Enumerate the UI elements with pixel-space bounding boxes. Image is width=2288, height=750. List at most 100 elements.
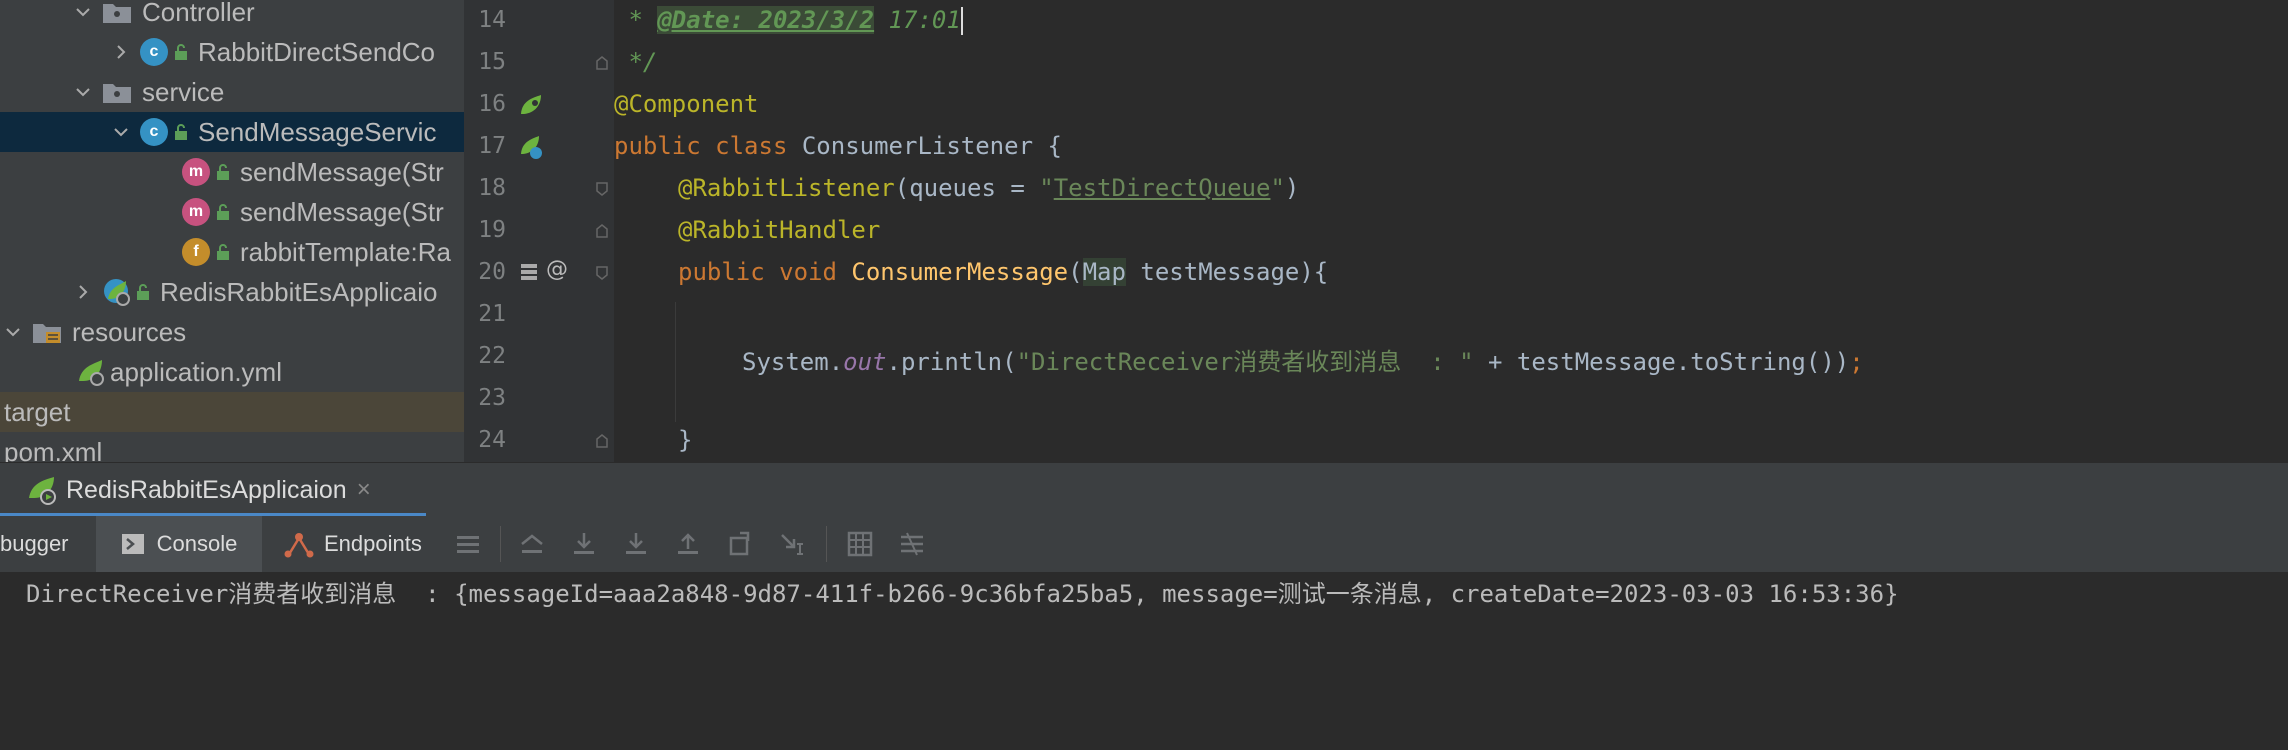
tab-label: bugger xyxy=(0,531,69,556)
chevron-down-icon[interactable] xyxy=(72,1,94,23)
method-icon: m xyxy=(182,158,210,186)
run-tab[interactable]: RedisRabbitEsApplicaion × xyxy=(26,469,371,511)
tree-item-label: sendMessage(Str xyxy=(240,156,444,187)
code-line-20[interactable]: public void ConsumerMessage(Map testMess… xyxy=(614,258,1328,286)
line-number: 20 xyxy=(478,259,506,285)
run-toolbar: bugger Console Endpoints xyxy=(0,516,2288,573)
layout-menu-icon[interactable] xyxy=(454,530,482,558)
fold-marker-icon[interactable] xyxy=(596,56,608,70)
resources-folder-icon xyxy=(33,324,61,343)
fold-marker-icon[interactable] xyxy=(596,266,608,280)
chevron-down-icon[interactable] xyxy=(72,81,94,103)
step-into-icon[interactable] xyxy=(622,530,650,558)
tree-item-service[interactable]: service xyxy=(0,72,464,112)
code-line-14[interactable]: * @Date: 2023/3/2 17:01 xyxy=(614,6,963,35)
line-number: 15 xyxy=(478,49,506,75)
line-number: 21 xyxy=(478,301,506,327)
at-sign-icon[interactable]: @ xyxy=(546,257,568,282)
toolbar-separator xyxy=(826,526,827,562)
tree-item-controller[interactable]: Controller xyxy=(0,0,464,32)
fold-marker-icon[interactable] xyxy=(596,224,608,238)
spring-boot-class-icon xyxy=(104,279,130,306)
text-cursor xyxy=(960,7,963,35)
lock-icon xyxy=(137,284,149,300)
doc-comment-text: 17:01 xyxy=(874,6,961,34)
console-icon xyxy=(121,534,144,554)
tree-item-label: target xyxy=(4,396,71,427)
drop-frame-icon[interactable] xyxy=(726,530,754,558)
console-output-area[interactable]: DirectReceiver消费者收到消息 : {messageId=aaa2a… xyxy=(0,572,2288,750)
run-to-cursor-icon[interactable] xyxy=(778,530,806,558)
step-out-icon[interactable] xyxy=(674,530,702,558)
type-name: Map xyxy=(1082,258,1126,286)
string-quote: " xyxy=(1270,174,1285,202)
keyword: public void xyxy=(678,258,852,286)
tree-item-pom-xml[interactable]: pom.xml xyxy=(0,432,464,463)
evaluate-expression-icon[interactable] xyxy=(846,530,874,558)
line-number: 16 xyxy=(478,91,506,117)
code-text: System. xyxy=(742,348,844,376)
tab-console[interactable]: Console xyxy=(96,516,262,572)
tree-item-send-message-service[interactable]: c SendMessageServic xyxy=(0,112,464,152)
run-tool-window-header: RedisRabbitEsApplicaion × xyxy=(0,462,2288,517)
tab-endpoints[interactable]: Endpoints xyxy=(284,516,444,572)
show-execution-point-icon[interactable] xyxy=(518,530,546,558)
string-literal: "DirectReceiver消费者收到消息 : " xyxy=(1016,348,1474,376)
annotation: @RabbitListener xyxy=(678,174,895,202)
project-tree: Controller c RabbitDirectSendCo service … xyxy=(0,0,464,462)
tree-item-method-send-message[interactable]: m sendMessage(Str xyxy=(0,152,464,192)
tree-item-label: resources xyxy=(72,316,187,347)
chevron-right-icon[interactable] xyxy=(110,41,132,63)
toolbar-separator xyxy=(500,526,501,562)
code-line-18[interactable]: @RabbitListener(queues = "TestDirectQueu… xyxy=(614,174,1299,202)
fold-marker-icon[interactable] xyxy=(596,182,608,196)
tree-item-field-rabbit-template[interactable]: f rabbitTemplate:Ra xyxy=(0,232,464,272)
spring-bean-icon[interactable] xyxy=(518,92,544,118)
lock-icon xyxy=(217,244,229,260)
code-line-16[interactable]: @Component xyxy=(614,90,759,118)
code-line-24[interactable]: } xyxy=(614,426,692,454)
code-text: + testMessage.toString()) xyxy=(1473,348,1850,376)
database-icon[interactable] xyxy=(518,261,540,283)
chevron-down-icon[interactable] xyxy=(110,121,132,143)
static-field: out xyxy=(843,348,887,376)
chevron-down-icon[interactable] xyxy=(2,321,24,343)
code-text: ( xyxy=(1068,258,1083,286)
keyword: public class xyxy=(614,132,802,160)
line-number: 14 xyxy=(478,7,506,33)
code-editor[interactable]: 14 15 16 17 18 19 20 21 22 23 24 @ * @Da… xyxy=(464,0,2288,462)
tree-item-target[interactable]: target xyxy=(0,392,464,432)
method-name: ConsumerMessage xyxy=(851,258,1069,286)
tree-item-resources[interactable]: resources xyxy=(0,312,464,352)
chevron-right-icon[interactable] xyxy=(72,281,94,303)
queue-name-string[interactable]: TestDirectQueue xyxy=(1054,174,1271,202)
tree-item-label: Controller xyxy=(142,0,255,27)
tree-item-application-yml[interactable]: application.yml xyxy=(0,352,464,392)
code-line-17[interactable]: public class ConsumerListener { xyxy=(614,132,1062,160)
spring-bean-class-icon[interactable] xyxy=(518,134,544,160)
line-number: 23 xyxy=(478,385,506,411)
close-icon[interactable]: × xyxy=(357,476,371,504)
line-number: 24 xyxy=(478,427,506,453)
code-text: ) xyxy=(1284,174,1300,202)
tab-debugger[interactable]: bugger xyxy=(0,516,86,572)
package-folder-icon xyxy=(103,84,131,103)
step-over-icon[interactable] xyxy=(570,530,598,558)
code-line-22[interactable]: System.out.println("DirectReceiver消费者收到消… xyxy=(614,342,1864,377)
spring-config-file-icon xyxy=(79,360,104,386)
tree-item-redis-rabbit-es-application[interactable]: RedisRabbitEsApplicaio xyxy=(0,272,464,312)
tree-item-rabbit-direct-send-controller[interactable]: c RabbitDirectSendCo xyxy=(0,32,464,72)
class-icon: c xyxy=(140,118,168,146)
code-text: (queues = xyxy=(894,174,1040,202)
tree-item-method-send-message[interactable]: m sendMessage(Str xyxy=(0,192,464,232)
code-line-19[interactable]: @RabbitHandler xyxy=(614,216,880,244)
lock-icon xyxy=(217,204,229,220)
trace-stream-icon[interactable] xyxy=(898,530,926,558)
field-icon: f xyxy=(182,238,210,266)
code-line-15[interactable]: */ xyxy=(614,48,657,76)
endpoints-icon xyxy=(284,533,314,558)
fold-marker-icon[interactable] xyxy=(596,434,608,448)
tree-item-label: application.yml xyxy=(110,356,282,387)
tree-item-label: SendMessageServic xyxy=(198,116,437,147)
tree-item-label: RabbitDirectSendCo xyxy=(198,36,436,67)
